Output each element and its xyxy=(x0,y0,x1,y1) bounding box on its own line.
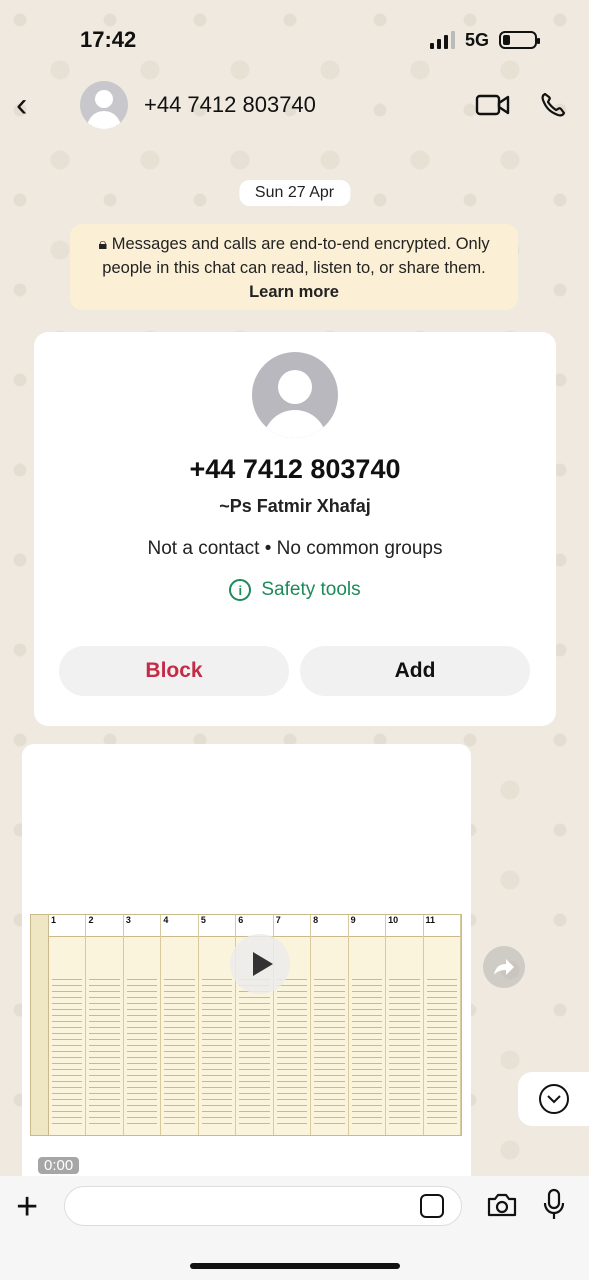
phone-call-icon[interactable] xyxy=(533,85,573,125)
contact-info: Not a contact • No common groups xyxy=(147,538,443,559)
contact-display-name: ~Ps Fatmir Xhafaj xyxy=(219,496,371,516)
message-input[interactable] xyxy=(64,1186,462,1226)
signal-icon xyxy=(429,31,455,49)
camera-icon[interactable] xyxy=(486,1192,518,1223)
lock-icon: 🔒︎ xyxy=(98,235,112,253)
safety-tools-link[interactable]: i Safety tools xyxy=(34,579,556,601)
info-icon: i xyxy=(229,579,252,601)
sticker-icon[interactable] xyxy=(420,1194,444,1218)
microphone-icon[interactable] xyxy=(542,1188,566,1227)
unknown-contact-card: +44 7412 803740 ~Ps Fatmir Xhafaj Not a … xyxy=(34,332,556,726)
chat-title[interactable]: +44 7412 803740 xyxy=(144,92,453,118)
block-button[interactable]: Block xyxy=(59,646,289,696)
video-duration: 0:00 xyxy=(38,1157,80,1174)
home-indicator xyxy=(190,1263,400,1269)
contact-avatar xyxy=(252,352,338,438)
learn-more-link[interactable]: Learn more xyxy=(249,283,339,301)
date-separator: Sun 27 Apr xyxy=(238,180,351,206)
play-icon[interactable] xyxy=(230,934,290,994)
network-label: 5G xyxy=(464,29,489,50)
battery-icon xyxy=(499,31,540,49)
safety-tools-label: Safety tools xyxy=(261,579,361,600)
video-message[interactable]: 1 2 3 4 5 6 7 8 9 10 11 0:00 xyxy=(22,744,471,1176)
back-chevron-icon[interactable]: ‹ xyxy=(16,86,56,125)
encryption-text: Messages and calls are end-to-end encryp… xyxy=(102,235,490,277)
add-button[interactable]: Add xyxy=(300,646,530,696)
status-bar: 17:42 5G xyxy=(0,0,589,80)
contact-number: +44 7412 803740 xyxy=(189,454,401,484)
attach-plus-icon[interactable]: + xyxy=(16,1186,38,1229)
avatar[interactable] xyxy=(80,81,128,129)
chat-header: ‹ +44 7412 803740 xyxy=(0,76,589,134)
forward-icon[interactable] xyxy=(483,946,525,988)
status-time: 17:42 xyxy=(80,27,137,52)
video-call-icon[interactable] xyxy=(473,85,513,125)
status-icons: 5G xyxy=(429,29,540,51)
chevron-down-icon xyxy=(538,1084,569,1114)
scroll-to-bottom-button[interactable] xyxy=(518,1072,589,1126)
encryption-notice[interactable]: 🔒︎ Messages and calls are end-to-end enc… xyxy=(70,224,518,310)
